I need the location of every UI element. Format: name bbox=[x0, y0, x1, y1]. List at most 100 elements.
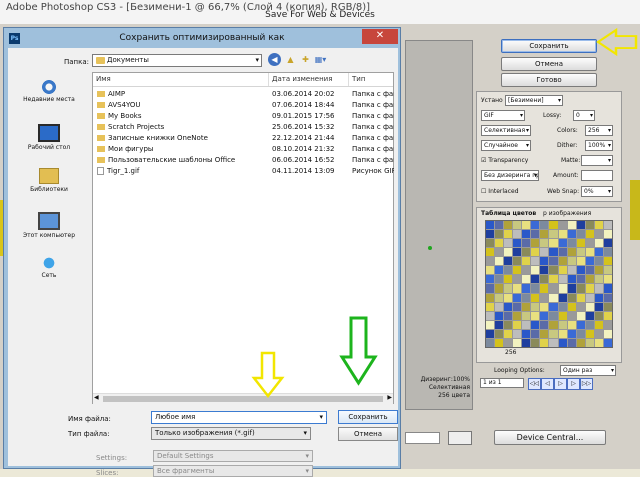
filename-input[interactable]: Любое имя bbox=[151, 411, 327, 424]
palette-swatch[interactable] bbox=[549, 320, 558, 329]
palette-swatch[interactable] bbox=[486, 266, 495, 275]
palette-swatch[interactable] bbox=[576, 239, 585, 248]
palette-swatch[interactable] bbox=[585, 230, 594, 239]
palette-swatch[interactable] bbox=[522, 239, 531, 248]
palette-swatch[interactable] bbox=[549, 293, 558, 302]
palette-swatch[interactable] bbox=[531, 230, 540, 239]
palette-swatch[interactable] bbox=[603, 230, 612, 239]
close-icon[interactable]: ✕ bbox=[362, 29, 398, 44]
file-row[interactable]: AIMP 03.06.2014 20:02 Папка с файл bbox=[93, 89, 394, 100]
palette-swatch[interactable] bbox=[558, 275, 567, 284]
palette-swatch[interactable] bbox=[558, 293, 567, 302]
palette-swatch[interactable] bbox=[540, 275, 549, 284]
sfw-cancel-button[interactable]: Отмена bbox=[501, 57, 597, 71]
place-libraries[interactable]: Библиотеки bbox=[8, 168, 90, 193]
palette-swatch[interactable] bbox=[495, 230, 504, 239]
palette-swatch[interactable] bbox=[576, 248, 585, 257]
palette-swatch[interactable] bbox=[522, 329, 531, 338]
palette-swatch[interactable] bbox=[486, 338, 495, 347]
file-row[interactable]: Пользовательские шаблоны Office 06.06.201… bbox=[93, 155, 394, 166]
palette-swatch[interactable] bbox=[540, 257, 549, 266]
palette-swatch[interactable] bbox=[558, 230, 567, 239]
palette-swatch[interactable] bbox=[486, 275, 495, 284]
palette-swatch[interactable] bbox=[603, 311, 612, 320]
palette-swatch[interactable] bbox=[486, 311, 495, 320]
palette-swatch[interactable] bbox=[576, 329, 585, 338]
palette-swatch[interactable] bbox=[504, 257, 513, 266]
palette-swatch[interactable] bbox=[585, 293, 594, 302]
palette-swatch[interactable] bbox=[522, 248, 531, 257]
palette-swatch[interactable] bbox=[486, 320, 495, 329]
color-palette-grid[interactable] bbox=[485, 220, 613, 348]
palette-swatch[interactable] bbox=[567, 257, 576, 266]
palette-swatch[interactable] bbox=[513, 230, 522, 239]
palette-swatch[interactable] bbox=[558, 302, 567, 311]
palette-swatch[interactable] bbox=[540, 302, 549, 311]
palette-swatch[interactable] bbox=[540, 284, 549, 293]
palette-swatch[interactable] bbox=[558, 248, 567, 257]
palette-swatch[interactable] bbox=[603, 320, 612, 329]
palette-swatch[interactable] bbox=[558, 266, 567, 275]
palette-swatch[interactable] bbox=[513, 329, 522, 338]
palette-swatch[interactable] bbox=[504, 266, 513, 275]
palette-swatch[interactable] bbox=[540, 221, 549, 230]
palette-swatch[interactable] bbox=[585, 257, 594, 266]
palette-swatch[interactable] bbox=[522, 338, 531, 347]
palette-swatch[interactable] bbox=[567, 320, 576, 329]
palette-swatch[interactable] bbox=[495, 320, 504, 329]
slices-select[interactable]: Все фрагменты bbox=[153, 465, 313, 477]
palette-swatch[interactable] bbox=[522, 275, 531, 284]
palette-swatch[interactable] bbox=[558, 329, 567, 338]
file-row[interactable]: AVS4YOU 07.06.2014 18:44 Папка с файл bbox=[93, 100, 394, 111]
palette-swatch[interactable] bbox=[576, 230, 585, 239]
palette-swatch[interactable] bbox=[585, 284, 594, 293]
palette-swatch[interactable] bbox=[585, 311, 594, 320]
settings-select[interactable]: Default Settings bbox=[153, 450, 313, 462]
palette-swatch[interactable] bbox=[495, 221, 504, 230]
palette-swatch[interactable] bbox=[576, 320, 585, 329]
palette-swatch[interactable] bbox=[549, 257, 558, 266]
browser-preview-globe-icon[interactable] bbox=[448, 431, 472, 445]
palette-swatch[interactable] bbox=[486, 221, 495, 230]
column-date[interactable]: Дата изменения bbox=[269, 73, 349, 86]
folder-select[interactable]: Документы bbox=[92, 54, 262, 67]
palette-swatch[interactable] bbox=[495, 311, 504, 320]
prev-frame-icon[interactable]: ◁ bbox=[541, 378, 554, 390]
palette-swatch[interactable] bbox=[603, 284, 612, 293]
palette-swatch[interactable] bbox=[486, 284, 495, 293]
palette-swatch[interactable] bbox=[567, 293, 576, 302]
palette-swatch[interactable] bbox=[540, 320, 549, 329]
palette-swatch[interactable] bbox=[513, 338, 522, 347]
palette-swatch[interactable] bbox=[504, 320, 513, 329]
tab-color-table[interactable]: Таблица цветов bbox=[481, 210, 536, 217]
palette-swatch[interactable] bbox=[531, 329, 540, 338]
palette-swatch[interactable] bbox=[522, 266, 531, 275]
dither-field[interactable]: 100% bbox=[585, 140, 613, 151]
palette-swatch[interactable] bbox=[576, 284, 585, 293]
palette-swatch[interactable] bbox=[504, 275, 513, 284]
palette-swatch[interactable] bbox=[495, 284, 504, 293]
palette-swatch[interactable] bbox=[504, 284, 513, 293]
palette-swatch[interactable] bbox=[549, 248, 558, 257]
palette-swatch[interactable] bbox=[603, 239, 612, 248]
palette-swatch[interactable] bbox=[513, 275, 522, 284]
new-folder-icon[interactable]: ✚ bbox=[299, 53, 312, 66]
play-icon[interactable]: ▷ bbox=[554, 378, 567, 390]
palette-swatch[interactable] bbox=[486, 230, 495, 239]
palette-swatch[interactable] bbox=[603, 338, 612, 347]
view-menu-icon[interactable]: ▦▾ bbox=[314, 53, 327, 66]
palette-swatch[interactable] bbox=[531, 311, 540, 320]
column-name[interactable]: Имя bbox=[93, 73, 269, 86]
dialog-cancel-button[interactable]: Отмена bbox=[338, 427, 398, 441]
palette-swatch[interactable] bbox=[603, 266, 612, 275]
looping-select[interactable]: Один раз bbox=[560, 365, 616, 376]
palette-swatch[interactable] bbox=[531, 284, 540, 293]
last-frame-icon[interactable]: ▷▷ bbox=[580, 378, 593, 390]
palette-swatch[interactable] bbox=[558, 284, 567, 293]
palette-swatch[interactable] bbox=[486, 257, 495, 266]
tab-image-size[interactable]: р изображения bbox=[543, 210, 591, 217]
palette-swatch[interactable] bbox=[603, 248, 612, 257]
palette-swatch[interactable] bbox=[567, 221, 576, 230]
palette-swatch[interactable] bbox=[594, 221, 603, 230]
interlaced-checkbox[interactable]: ☐ Interlaced bbox=[481, 188, 519, 195]
